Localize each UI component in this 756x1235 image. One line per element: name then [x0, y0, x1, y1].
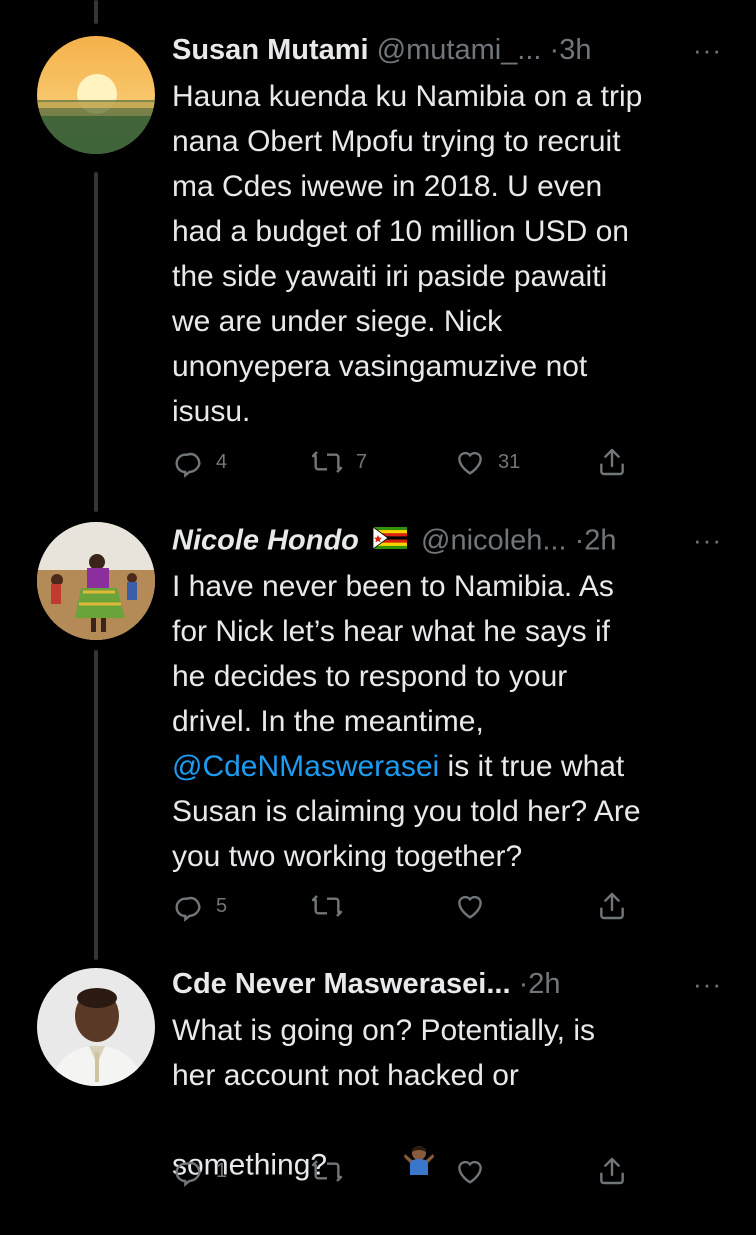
separator: ·: [574, 524, 585, 557]
mention-link[interactable]: @CdeNMaswerasei: [172, 750, 439, 783]
retweet-count: 7: [356, 450, 368, 473]
heart-icon: [454, 446, 486, 478]
tweet-susan-mutami[interactable]: Susan Mutami @mutami_... ·3h ··· Hauna k…: [0, 0, 756, 500]
display-name[interactable]: Susan Mutami: [172, 34, 369, 66]
share-button[interactable]: [596, 444, 628, 480]
tweet-actions: 5: [172, 888, 642, 924]
like-button[interactable]: 31: [454, 444, 520, 480]
tweet-header: Nicole Hondo @nicoleh... ·2h ···: [172, 520, 732, 560]
tweet-actions: 4 7 31: [172, 444, 642, 480]
display-name[interactable]: Cde Never Maswerasei...: [172, 968, 511, 1000]
more-options-icon[interactable]: ···: [693, 520, 722, 560]
heart-icon: [454, 890, 486, 922]
reply-button[interactable]: 5: [172, 888, 227, 924]
share-button[interactable]: [596, 1153, 628, 1189]
tweet-text: I have never been to Namibia. As for Nic…: [172, 564, 732, 879]
retweet-button[interactable]: [310, 888, 356, 924]
separator: ·: [518, 968, 529, 1000]
tweet-header: Cde Never Maswerasei... ·2h ···: [172, 964, 732, 1004]
tweet-actions: 1: [172, 1153, 642, 1189]
share-icon: [596, 446, 628, 478]
like-button[interactable]: [454, 1153, 498, 1189]
timestamp[interactable]: 2h: [528, 968, 560, 1000]
tweet-text: What is going on? Potentially, is her ac…: [172, 1008, 732, 1235]
like-count: 31: [498, 450, 521, 473]
reply-icon: [172, 1155, 204, 1187]
display-name[interactable]: Nicole Hondo: [172, 525, 359, 557]
tweet-nicole-hondo[interactable]: Nicole Hondo @nicoleh... ·2h ··· I have …: [0, 500, 756, 960]
share-button[interactable]: [596, 888, 628, 924]
avatar-nicole-hondo[interactable]: [37, 522, 155, 640]
user-handle[interactable]: @nicoleh...: [421, 525, 567, 557]
retweet-icon: [310, 446, 344, 478]
like-button[interactable]: [454, 888, 498, 924]
timestamp[interactable]: 3h: [559, 34, 591, 66]
more-options-icon[interactable]: ···: [693, 964, 722, 1004]
reply-button[interactable]: 4: [172, 444, 227, 480]
share-icon: [596, 1155, 628, 1187]
tweet-text-part: I have never been to Namibia. As for Nic…: [172, 570, 614, 738]
share-icon: [596, 890, 628, 922]
heart-icon: [454, 1155, 486, 1187]
more-options-icon[interactable]: ···: [693, 30, 722, 70]
reply-icon: [172, 890, 204, 922]
tweet-cde-never-maswerasei[interactable]: Cde Never Maswerasei... ·2h ··· What is …: [0, 960, 756, 1200]
reply-count: 5: [216, 894, 228, 917]
user-handle[interactable]: @mutami_...: [377, 34, 542, 66]
retweet-button[interactable]: [310, 1153, 356, 1189]
reply-count: 1: [216, 1159, 228, 1182]
tweet-text: Hauna kuenda ku Namibia on a trip nana O…: [172, 80, 643, 428]
zimbabwe-flag-icon: [372, 520, 407, 560]
separator: ·: [549, 34, 560, 66]
retweet-button[interactable]: 7: [310, 444, 367, 480]
avatar-susan-mutami[interactable]: [37, 36, 155, 154]
retweet-icon: [310, 1155, 344, 1187]
reply-button[interactable]: 1: [172, 1153, 227, 1189]
reply-count: 4: [216, 450, 228, 473]
avatar-cde-never-maswerasei[interactable]: [37, 968, 155, 1086]
reply-icon: [172, 446, 204, 478]
tweet-header: Susan Mutami @mutami_... ·3h ···: [172, 30, 732, 70]
retweet-icon: [310, 890, 344, 922]
timestamp[interactable]: 2h: [584, 525, 616, 557]
